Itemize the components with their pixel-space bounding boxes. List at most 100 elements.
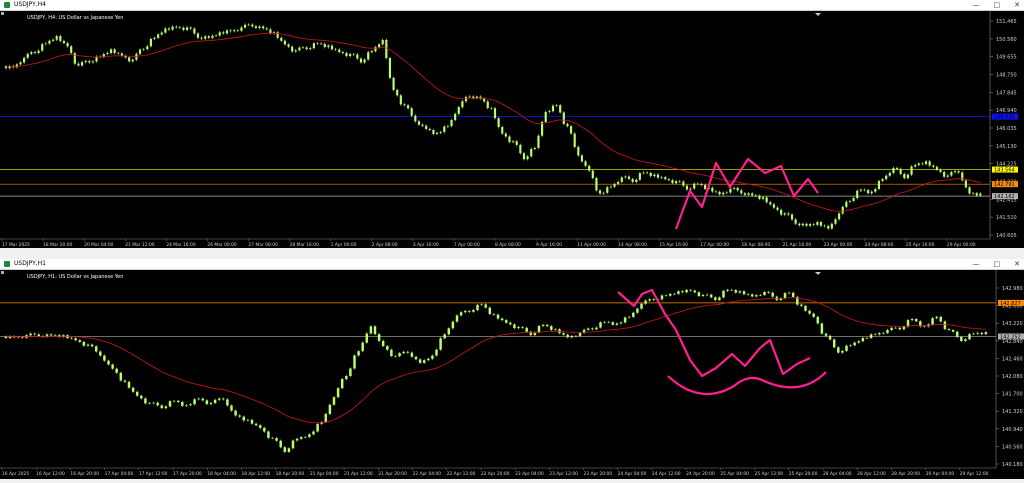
candle-body bbox=[746, 294, 750, 295]
candle-body bbox=[345, 376, 348, 380]
h4-title-bar[interactable]: USDJPY,H4 — □ ✕ bbox=[0, 0, 1024, 11]
y-tick-label: 145.130 bbox=[996, 144, 1017, 150]
candle-body bbox=[888, 172, 891, 176]
candle-body bbox=[517, 327, 520, 329]
flag-icon bbox=[1, 12, 4, 15]
candle-body bbox=[222, 32, 225, 34]
y-tick-label: 140.180 bbox=[1002, 462, 1023, 468]
x-tick-label: 21 Apr 12:00 bbox=[344, 471, 373, 477]
candle-body bbox=[595, 327, 598, 330]
candle-body bbox=[459, 312, 463, 316]
h1-chart-area[interactable]: USDJPY, H1: US Dollar vs Japanese Yen 14… bbox=[0, 247, 1024, 479]
candle-body bbox=[772, 204, 775, 208]
candle-body bbox=[291, 46, 294, 52]
candle-body bbox=[207, 36, 210, 38]
candle-body bbox=[544, 111, 547, 122]
h1-price-chart[interactable]: USDJPY, H1: US Dollar vs Japanese Yen 14… bbox=[0, 247, 1024, 479]
close-icon[interactable]: ✕ bbox=[1014, 259, 1020, 269]
candle-body bbox=[70, 46, 73, 54]
maximize-icon[interactable]: □ bbox=[994, 259, 1001, 269]
scroll-marker-icon[interactable] bbox=[815, 272, 821, 275]
candle-body bbox=[947, 329, 951, 330]
candle-body bbox=[417, 121, 421, 125]
candle-body bbox=[704, 184, 707, 189]
candle-body bbox=[378, 44, 381, 48]
candle-body bbox=[819, 222, 823, 226]
candle-body bbox=[734, 290, 738, 293]
candle-body bbox=[483, 98, 486, 102]
candle-body bbox=[193, 399, 196, 405]
h4-chart-area[interactable]: USDJPY, H4: US Dollar vs Japanese Yen 15… bbox=[0, 11, 1024, 248]
candle-body bbox=[656, 174, 660, 178]
candle-body bbox=[484, 304, 487, 308]
close-icon[interactable]: ✕ bbox=[1014, 0, 1020, 10]
price-tag-label: 142.827 bbox=[1000, 301, 1021, 307]
candle-body bbox=[131, 387, 135, 392]
candle-body bbox=[584, 161, 587, 166]
candle-body bbox=[309, 48, 312, 50]
candle-body bbox=[816, 222, 819, 225]
candle-body bbox=[635, 179, 638, 182]
candle-body bbox=[682, 181, 685, 186]
candle-body bbox=[324, 413, 328, 423]
x-tick-label: 17 Apr 12:00 bbox=[139, 471, 168, 477]
candle-body bbox=[476, 304, 479, 311]
candle-body bbox=[294, 50, 297, 52]
x-tick-label: 16 Apr 20:00 bbox=[70, 471, 99, 477]
candle-body bbox=[812, 224, 815, 225]
candle-body bbox=[447, 328, 451, 335]
minimize-icon[interactable]: — bbox=[973, 0, 980, 10]
h1-title-bar[interactable]: USDJPY,H1 — □ ✕ bbox=[0, 259, 1024, 270]
candle-body bbox=[330, 45, 334, 50]
candle-body bbox=[541, 324, 545, 326]
candle-body bbox=[332, 397, 336, 405]
candle-body bbox=[673, 293, 676, 295]
candle-body bbox=[867, 190, 870, 194]
candle-body bbox=[599, 322, 602, 328]
scroll-marker-icon[interactable] bbox=[815, 13, 821, 16]
candle-body bbox=[573, 133, 576, 147]
h1-window-title: USDJPY,H1 bbox=[14, 260, 46, 267]
x-tick-label: 29 Apr 04:00 bbox=[926, 471, 955, 477]
candle-body bbox=[689, 289, 692, 291]
flag-icon bbox=[1, 271, 4, 274]
candle-body bbox=[53, 335, 57, 336]
candle-body bbox=[869, 334, 873, 339]
candle-body bbox=[399, 95, 402, 105]
candle-body bbox=[240, 27, 243, 31]
candle-body bbox=[732, 187, 736, 189]
x-tick-label: 23 Apr 12:00 bbox=[549, 471, 578, 477]
candle-body bbox=[830, 223, 833, 229]
candle-body bbox=[881, 179, 884, 181]
candle-body bbox=[226, 399, 229, 406]
candle-body bbox=[649, 172, 652, 177]
candle-body bbox=[834, 219, 837, 224]
x-tick-label: 28 Apr 12:00 bbox=[857, 471, 886, 477]
candle-body bbox=[450, 120, 453, 127]
y-tick-label: 142.080 bbox=[1002, 374, 1023, 380]
candle-body bbox=[740, 190, 743, 194]
candle-body bbox=[119, 372, 123, 381]
h4-price-chart[interactable]: USDJPY, H4: US Dollar vs Japanese Yen 15… bbox=[0, 11, 1024, 248]
candle-body bbox=[984, 332, 988, 335]
candle-body bbox=[711, 187, 714, 192]
h4-window-title: USDJPY,H4 bbox=[14, 1, 46, 8]
candle-body bbox=[960, 336, 963, 341]
candle-body bbox=[316, 423, 319, 432]
candle-body bbox=[509, 322, 512, 325]
x-tick-label: 18 Apr 20:00 bbox=[276, 471, 305, 477]
candle-body bbox=[295, 438, 299, 441]
candle-body bbox=[574, 335, 578, 337]
chart-window-icon bbox=[4, 2, 10, 8]
maximize-icon[interactable]: □ bbox=[994, 0, 1001, 10]
candle-body bbox=[262, 26, 265, 29]
y-tick-label: 141.700 bbox=[1002, 392, 1023, 398]
candle-body bbox=[664, 295, 668, 297]
candle-body bbox=[504, 320, 508, 323]
candle-body bbox=[910, 319, 914, 321]
candle-body bbox=[234, 410, 237, 416]
candle-body bbox=[943, 171, 946, 177]
candle-body bbox=[640, 303, 643, 309]
candle-body bbox=[263, 427, 266, 432]
minimize-icon[interactable]: — bbox=[973, 259, 980, 269]
